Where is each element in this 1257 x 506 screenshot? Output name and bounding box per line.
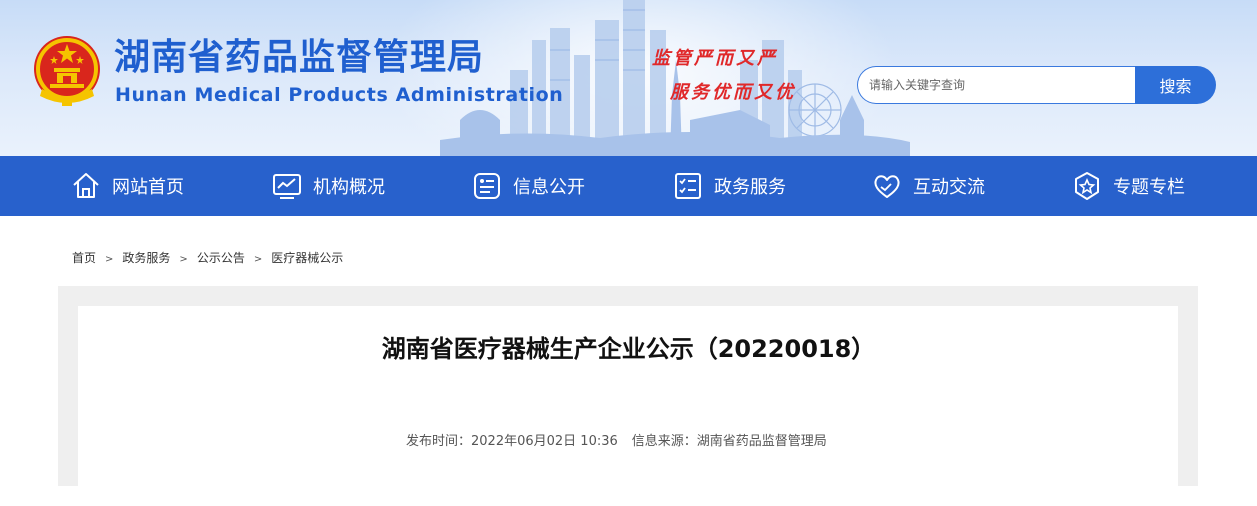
breadcrumb-separator: > — [253, 254, 263, 265]
home-icon — [73, 173, 99, 198]
slogan-line-2: 服务优而又优 — [670, 82, 796, 103]
nav-item-label: 政务服务 — [714, 177, 786, 198]
breadcrumb-separator: > — [179, 254, 188, 265]
nav-item-label: 信息公开 — [513, 177, 585, 198]
main-nav: 网站首页 机构概况 信息公开 政务服务 互动交流 专题专栏 — [0, 156, 1257, 216]
breadcrumb-current[interactable]: 医疗器械公示 — [271, 251, 343, 265]
breadcrumb-separator: > — [105, 254, 114, 265]
nav-item-home[interactable]: 网站首页 — [70, 156, 184, 216]
search-button[interactable]: 搜索 — [1135, 66, 1216, 104]
info-source: 信息来源：湖南省药品监督管理局 — [631, 434, 827, 449]
nav-item-label: 互动交流 — [913, 177, 985, 198]
slogan-line-1: 监管严而又严 — [652, 48, 778, 69]
nav-item-info[interactable]: 信息公开 — [471, 156, 585, 216]
site-subtitle: Hunan Medical Products Administration — [115, 84, 564, 106]
nav-item-topics[interactable]: 专题专栏 — [1071, 156, 1185, 216]
breadcrumb-home[interactable]: 首页 — [72, 251, 96, 265]
article-meta: 发布时间：2022年06月02日 10:36 信息来源：湖南省药品监督管理局 — [406, 430, 827, 449]
nav-item-label: 机构概况 — [313, 177, 385, 198]
breadcrumb-services[interactable]: 政务服务 — [122, 251, 170, 265]
site-title[interactable]: 湖南省药品监督管理局 — [114, 36, 484, 80]
nav-item-interaction[interactable]: 互动交流 — [871, 156, 985, 216]
publish-time: 发布时间：2022年06月02日 10:36 — [406, 434, 618, 449]
info-card-icon — [474, 173, 500, 199]
breadcrumb-announcements[interactable]: 公示公告 — [197, 251, 245, 265]
search-box: 搜索 — [857, 66, 1216, 104]
checklist-icon — [675, 173, 701, 199]
article-title: 湖南省医疗器械生产企业公示（20220018） — [381, 335, 876, 363]
nav-item-label: 专题专栏 — [1113, 177, 1185, 198]
breadcrumb: 首页 > 政务服务 > 公示公告 > 医疗器械公示 — [72, 249, 343, 266]
national-emblem-logo — [34, 36, 100, 106]
chart-screen-icon — [273, 174, 301, 199]
nav-item-label: 网站首页 — [112, 177, 184, 198]
star-badge-icon — [1075, 172, 1099, 200]
nav-item-services[interactable]: 政务服务 — [672, 156, 786, 216]
heart-hand-icon — [874, 175, 900, 198]
search-input[interactable] — [857, 66, 1147, 104]
site-header: 湖南省药品监督管理局 Hunan Medical Products Admini… — [0, 0, 1257, 156]
nav-item-about[interactable]: 机构概况 — [271, 156, 385, 216]
